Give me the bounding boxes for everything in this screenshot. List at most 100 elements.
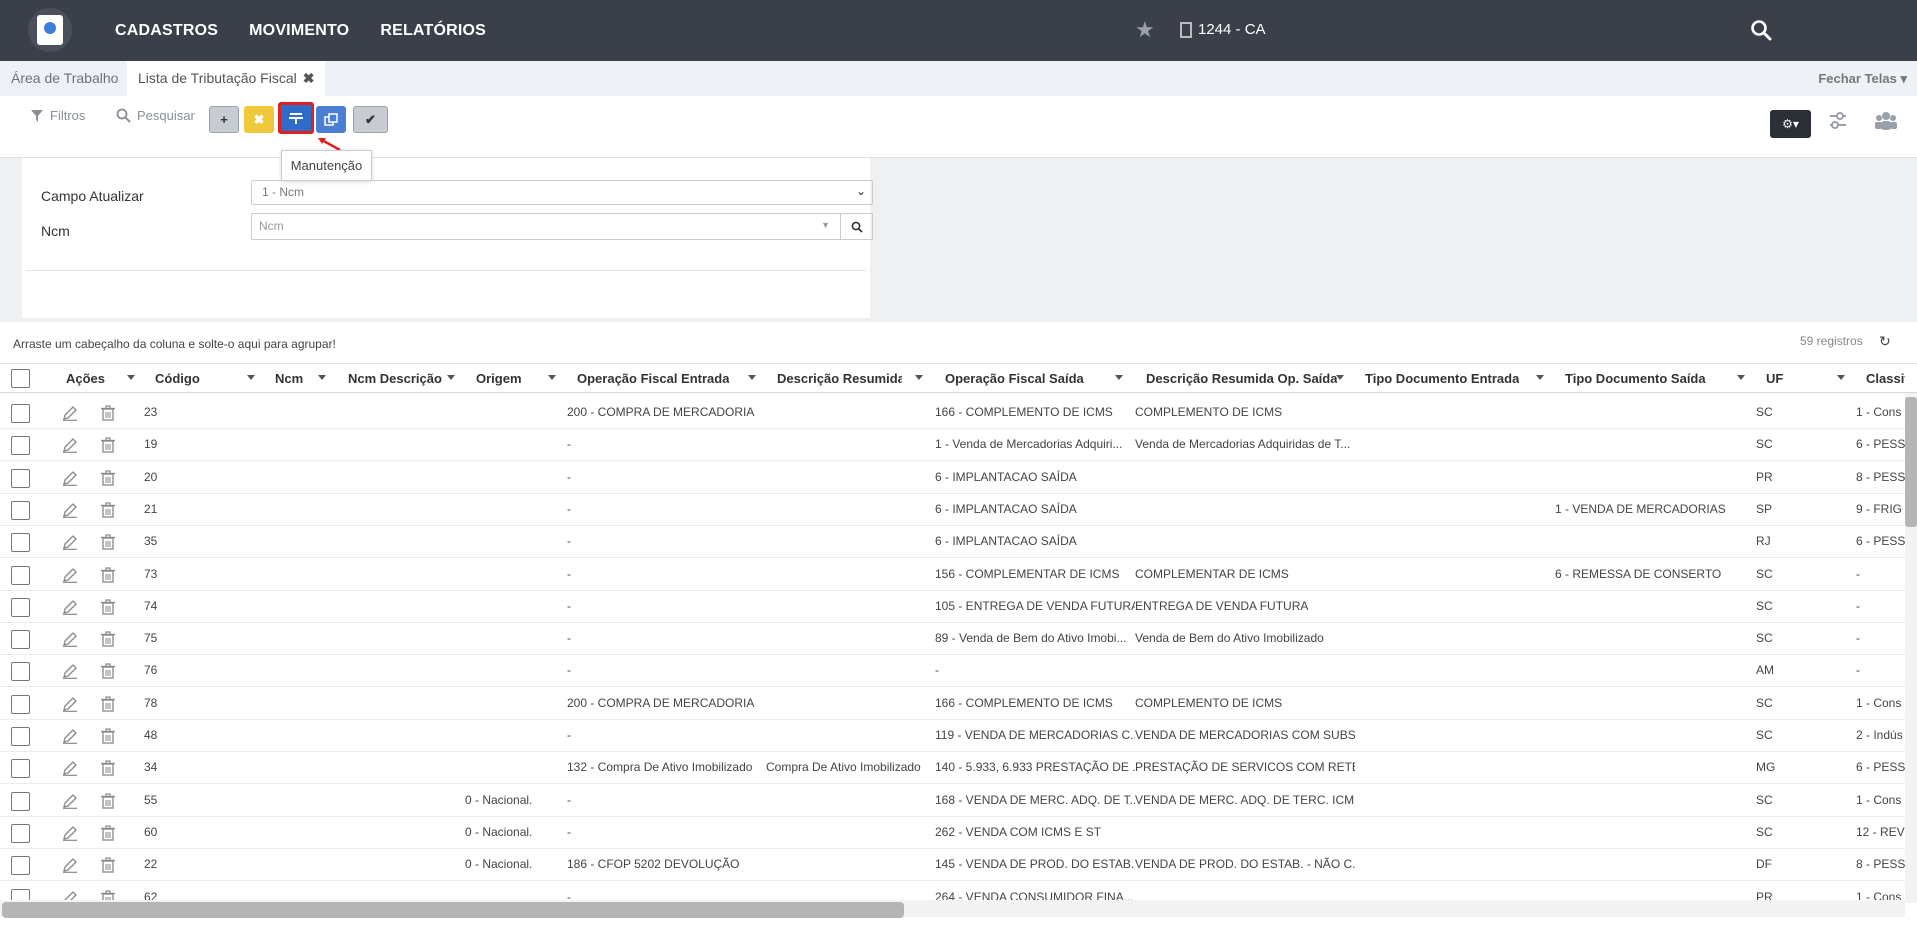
caret-down-icon[interactable]	[748, 375, 756, 380]
caret-down-icon[interactable]	[318, 375, 326, 380]
header-desc-op-saida[interactable]: Descrição Resumida Op. Saída	[1146, 364, 1337, 394]
caret-down-icon[interactable]	[548, 375, 556, 380]
trash-icon[interactable]	[100, 534, 116, 550]
caret-down-icon[interactable]	[915, 375, 923, 380]
caret-down-icon[interactable]	[1837, 375, 1845, 380]
ncm-input[interactable]: Ncm ▼	[251, 213, 841, 240]
refresh-icon[interactable]: ↻	[1879, 333, 1891, 350]
trash-icon[interactable]	[100, 469, 116, 486]
nav-movimento[interactable]: MOVIMENTO	[249, 22, 349, 40]
row-checkbox[interactable]	[11, 823, 30, 843]
header-op-fiscal-saida[interactable]: Operação Fiscal Saída	[945, 364, 1084, 394]
row-checkbox[interactable]	[11, 856, 30, 876]
sliders-icon[interactable]	[1827, 110, 1849, 132]
horizontal-scroll-thumb[interactable]	[2, 902, 904, 918]
row-checkbox[interactable]	[11, 694, 30, 714]
select-all-checkbox[interactable]	[11, 369, 30, 388]
trash-icon[interactable]	[100, 663, 116, 680]
trash-icon[interactable]	[100, 631, 116, 647]
row-checkbox[interactable]	[11, 727, 30, 746]
row-checkbox[interactable]	[11, 759, 30, 779]
row-checkbox[interactable]	[11, 630, 30, 650]
table-row[interactable]: 19 - 1 - Venda de Mercadorias Adquiri... Ve…	[0, 429, 1905, 462]
caret-down-icon[interactable]	[1737, 375, 1745, 380]
trash-icon[interactable]	[100, 825, 116, 841]
caret-down-icon[interactable]	[247, 375, 255, 380]
table-row[interactable]: 48 - 119 - VENDA DE MERCADORIAS C... VENDA …	[0, 720, 1905, 752]
trash-icon[interactable]	[100, 405, 116, 421]
campo-atualizar-select[interactable]: 1 - Ncm ⌄	[251, 180, 873, 205]
trash-icon[interactable]	[100, 502, 116, 518]
trash-icon[interactable]	[100, 760, 116, 776]
search-button[interactable]: Pesquisar	[116, 108, 195, 123]
trash-icon[interactable]	[100, 696, 116, 712]
header-ncm-descricao[interactable]: Ncm Descrição	[348, 364, 442, 394]
table-row[interactable]: 21 - 6 - IMPLANTACAO SAÍDA 1 - VENDA DE MER…	[0, 494, 1905, 526]
edit-icon[interactable]	[62, 793, 78, 809]
table-row[interactable]: 23 200 - COMPRA DE MERCADORIA ... 166 - CO…	[0, 397, 1905, 429]
caret-down-icon[interactable]	[127, 375, 135, 380]
edit-icon[interactable]	[62, 567, 78, 583]
add-button[interactable]: +	[209, 106, 239, 133]
trash-icon[interactable]	[100, 792, 116, 809]
trash-icon[interactable]	[100, 599, 116, 615]
row-checkbox[interactable]	[11, 533, 30, 553]
header-codigo[interactable]: Código	[155, 364, 200, 394]
table-row[interactable]: 60 0 - Nacional. - 262 - VENDA COM ICMS E S…	[0, 817, 1905, 849]
table-row[interactable]: 74 - 105 - ENTREGA DE VENDA FUTURA ENTREGA …	[0, 591, 1905, 623]
edit-icon[interactable]	[62, 502, 78, 518]
edit-icon[interactable]	[62, 857, 78, 874]
duplicate-button[interactable]	[316, 106, 346, 133]
edit-icon[interactable]	[62, 825, 78, 841]
users-icon[interactable]	[1874, 110, 1898, 132]
header-ncm[interactable]: Ncm	[275, 364, 303, 394]
edit-icon[interactable]	[62, 470, 78, 486]
tab-lista-tributacao[interactable]: Lista de Tributação Fiscal ✖	[127, 61, 326, 96]
search-icon[interactable]	[1750, 19, 1772, 41]
edit-icon[interactable]	[62, 631, 78, 647]
caret-down-icon[interactable]	[1536, 375, 1544, 380]
caret-down-icon[interactable]	[1336, 375, 1344, 380]
table-row[interactable]: 55 0 - Nacional. - 168 - VENDA DE MERC. ADQ…	[0, 785, 1905, 817]
filters-button[interactable]: Filtros	[30, 108, 85, 123]
trash-icon[interactable]	[100, 566, 116, 583]
edit-icon[interactable]	[62, 534, 78, 551]
row-checkbox[interactable]	[11, 662, 30, 682]
row-checkbox[interactable]	[11, 500, 30, 520]
row-checkbox[interactable]	[11, 404, 30, 423]
confirm-button[interactable]: ✔	[353, 106, 388, 133]
trash-icon[interactable]	[100, 437, 116, 453]
row-checkbox[interactable]	[11, 468, 30, 488]
header-uf[interactable]: UF	[1766, 364, 1783, 394]
trash-icon[interactable]	[100, 857, 116, 873]
table-row[interactable]: 75 - 89 - Venda de Bem do Ativo Imobi... Ve…	[0, 623, 1905, 656]
vertical-scroll-thumb[interactable]	[1905, 397, 1917, 527]
header-tipo-doc-saida[interactable]: Tipo Documento Saída	[1565, 364, 1706, 394]
table-row[interactable]: 76 - - AM -	[0, 655, 1905, 688]
header-classificacao[interactable]: Classifica	[1866, 364, 1905, 394]
edit-icon[interactable]	[62, 728, 78, 744]
header-desc-resumida[interactable]: Descrição Resumida...	[777, 364, 902, 394]
nav-cadastros[interactable]: CADASTROS	[115, 22, 218, 40]
table-row[interactable]: 34 132 - Compra De Ativo Imobilizado Compr…	[0, 752, 1905, 785]
table-row[interactable]: 22 0 - Nacional. 186 - CFOP 5202 DEVOLUÇÃO…	[0, 849, 1905, 882]
row-checkbox[interactable]	[11, 791, 30, 811]
header-acoes[interactable]: Ações	[66, 364, 105, 394]
header-op-fiscal-entrada[interactable]: Operação Fiscal Entrada	[577, 364, 729, 394]
edit-icon[interactable]	[62, 405, 78, 421]
trash-icon[interactable]	[100, 728, 116, 744]
edit-icon[interactable]	[62, 437, 78, 454]
edit-icon[interactable]	[62, 663, 78, 680]
ncm-search-button[interactable]	[840, 213, 873, 240]
edit-icon[interactable]	[62, 696, 78, 712]
table-row[interactable]: 20 - 6 - IMPLANTACAO SAÍDA PR 8 - PESS	[0, 462, 1905, 494]
row-checkbox[interactable]	[11, 436, 30, 456]
manutencao-button[interactable]	[278, 102, 314, 134]
table-row[interactable]: 73 - 156 - COMPLEMENTAR DE ICMS COMPLEMENTA…	[0, 559, 1905, 591]
header-origem[interactable]: Origem	[476, 364, 522, 394]
tab-area-de-trabalho[interactable]: Área de Trabalho	[0, 61, 129, 96]
table-row[interactable]: 78 200 - COMPRA DE MERCADORIA ... 166 - CO…	[0, 688, 1905, 720]
nav-relatorios[interactable]: RELATÓRIOS	[380, 22, 486, 40]
app-logo[interactable]	[28, 8, 72, 52]
row-checkbox[interactable]	[11, 565, 30, 585]
